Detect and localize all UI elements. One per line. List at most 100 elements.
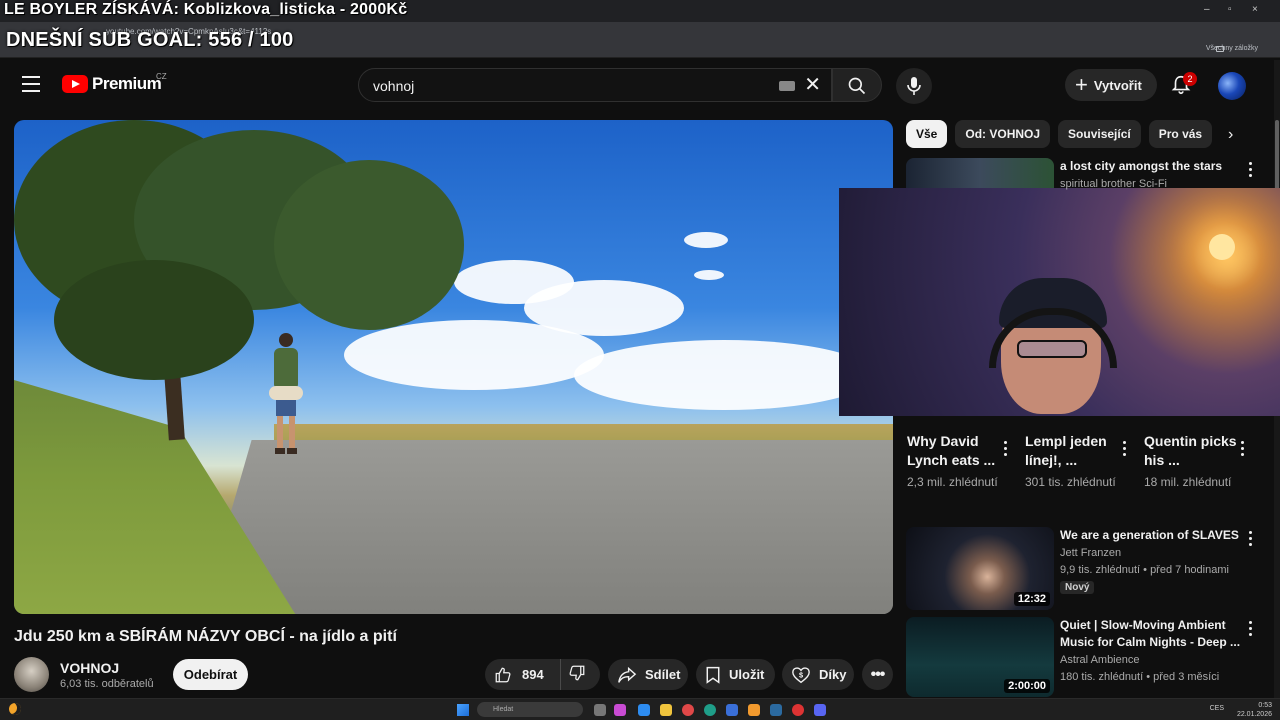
list-item[interactable]: a lost city amongst the stars spiritual … [906,158,1274,190]
country-code: CZ [156,72,167,81]
donation-overlay: LE BOYLER ZÍSKÁVÁ: Koblizkova_listicka -… [4,1,408,18]
language-indicator[interactable]: CES [1210,705,1224,712]
chrome-icon[interactable] [682,704,694,716]
more-button[interactable]: ••• [862,659,893,690]
subscribe-button[interactable]: Odebírat [173,659,248,690]
list-item[interactable]: 2:00:00 Quiet | Slow-Moving Ambient Musi… [906,617,1274,697]
maximize-button[interactable]: ▫ [1228,4,1232,15]
logo-text: Premium [92,74,162,93]
video-title[interactable]: We are a generation of SLAVES [1060,527,1250,544]
list-item[interactable]: 12:32 We are a generation of SLAVES Jett… [906,527,1274,610]
channel-name[interactable]: Jett Franzen [1060,545,1250,562]
dislike-button[interactable] [561,664,586,685]
all-bookmarks-link[interactable]: Všechny záložky [1206,45,1258,52]
search-value[interactable]: vohnoj [373,78,414,94]
obs-icon[interactable] [792,704,804,716]
create-button[interactable]: + Vytvořit [1065,69,1157,101]
video-player[interactable] [14,120,893,614]
video-thumbnail[interactable] [906,158,1054,188]
video-meta: 9,9 tis. zhlédnutí • před 7 hodinami [1060,564,1229,576]
explorer-icon[interactable] [660,704,672,716]
channel-name[interactable]: spiritual brother Sci-Fi [1060,176,1250,193]
edge-icon[interactable] [704,704,716,716]
save-label: Uložit [729,667,765,682]
road [194,440,893,614]
clock[interactable]: 0:53 22.01.2026 [1237,701,1272,719]
chip-from-channel[interactable]: Od: VOHNOJ [955,120,1051,148]
video-title[interactable]: a lost city amongst the stars [1060,158,1242,175]
lamp [1209,234,1235,260]
os-taskbar: Hledat CES 0:53 22.01.2026 [0,698,1280,720]
minimize-button[interactable]: – [1204,4,1210,15]
subscriber-count: 6,03 tis. odběratelů [60,678,154,690]
create-label: Vytvořit [1093,77,1142,93]
more-icon[interactable] [1249,531,1253,549]
plus-icon: + [1075,72,1088,97]
chip-related[interactable]: Související [1058,120,1141,148]
chip-for-you[interactable]: Pro vás [1148,120,1213,148]
thanks-button[interactable]: $ Díky [782,659,854,690]
close-icon[interactable]: ✕ [804,75,821,95]
short-views: 18 mil. zhlédnutí [1144,475,1232,489]
mic-icon [907,77,921,95]
more-icon[interactable] [1249,162,1253,180]
app-icon[interactable] [748,704,760,716]
new-badge: Nový [1060,581,1095,594]
channel-name[interactable]: Astral Ambience [1060,652,1250,669]
voice-search-button[interactable] [896,68,932,104]
weather-icon[interactable] [9,703,21,715]
youtube-logo[interactable]: Premium [62,74,162,94]
close-window-button[interactable]: × [1252,4,1258,15]
discord-icon[interactable] [814,704,826,716]
tree-crown [54,260,254,380]
like-button[interactable]: 894 [485,659,561,690]
clock-time: 0:53 [1258,702,1272,709]
bookmark-icon [706,666,720,684]
chevron-right-icon[interactable]: › [1228,126,1233,144]
cloud [344,320,604,390]
app-icon[interactable] [614,704,626,716]
windows-icon[interactable] [457,704,469,716]
search-button[interactable] [832,68,882,102]
scrollbar-thumb[interactable] [1275,120,1279,190]
keyboard-icon[interactable] [779,81,795,91]
more-icon[interactable] [1241,441,1245,459]
chip-all[interactable]: Vše [906,120,948,148]
steam-icon[interactable] [770,704,782,716]
video-thumbnail[interactable]: 12:32 [906,527,1054,610]
app-icon[interactable] [638,704,650,716]
app-icon[interactable] [726,704,738,716]
search-input[interactable]: vohnoj ✕ [358,68,832,102]
save-button[interactable]: Uložit [696,659,775,690]
video-meta: 180 tis. zhlédnutí • před 3 měsíci [1060,671,1220,683]
short-title[interactable]: Lempl jeden línej!, ... [1025,432,1135,470]
taskbar-search[interactable]: Hledat [477,702,583,717]
cloud [684,232,728,248]
channel-name[interactable]: VOHNOJ [60,660,119,676]
svg-text:$: $ [799,670,803,679]
short-title[interactable]: Quentin picks his ... [1144,432,1254,470]
short-views: 2,3 mil. zhlédnutí [907,475,998,489]
yt-header: Premium CZ vohnoj ✕ + Vytvořit 2 [0,60,1280,112]
account-avatar[interactable] [1218,72,1246,100]
short-item[interactable]: Why David Lynch eats ... 2,3 mil. zhlédn… [907,432,1017,491]
share-button[interactable]: Sdílet [608,659,688,690]
more-icon[interactable] [1004,441,1008,459]
share-icon [618,666,637,683]
short-item[interactable]: Lempl jeden línej!, ... 301 tis. zhlédnu… [1025,432,1135,491]
channel-avatar[interactable] [14,657,49,692]
dislike-icon [569,665,585,681]
task-view-icon[interactable] [594,704,606,716]
more-icon[interactable] [1123,441,1127,459]
video-thumbnail[interactable]: 2:00:00 [906,617,1054,697]
menu-icon[interactable] [22,76,40,92]
more-icon[interactable] [1249,621,1253,639]
short-item[interactable]: Quentin picks his ... 18 mil. zhlédnutí [1144,432,1254,491]
glasses [1017,340,1087,358]
youtube-logo-icon [62,75,88,93]
thanks-label: Díky [819,667,847,682]
video-title[interactable]: Quiet | Slow-Moving Ambient Music for Ca… [1060,617,1242,651]
short-title[interactable]: Why David Lynch eats ... [907,432,1017,470]
sub-goal-overlay: DNEŠNÍ SUB GOAL: 556 / 100 [6,29,294,51]
cloud [574,340,874,410]
